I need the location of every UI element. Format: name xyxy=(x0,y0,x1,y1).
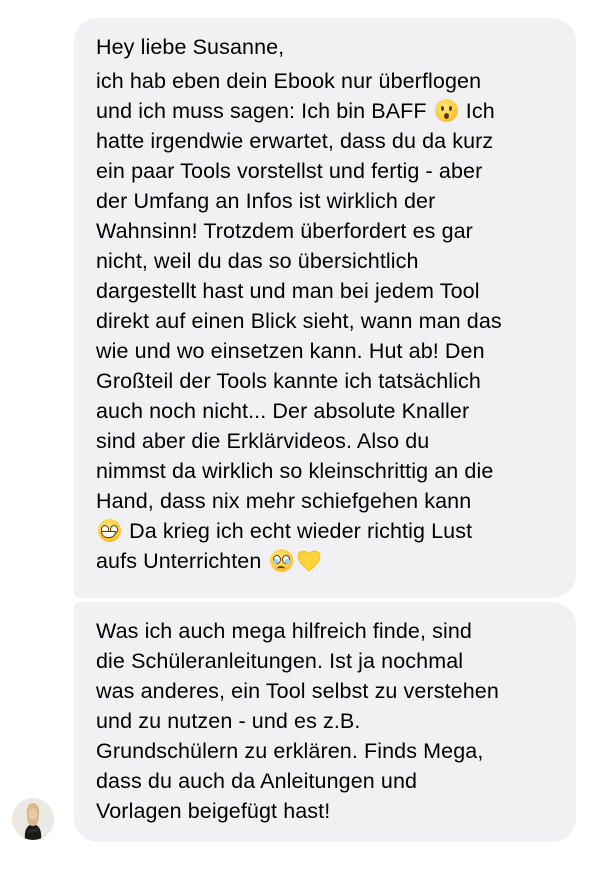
message-bubble-2[interactable]: Was ich auch mega hilfreich finde, sind … xyxy=(74,602,576,842)
message-line: nicht, weil du das so übersichtlich xyxy=(96,249,419,273)
message-text: Da krieg ich echt wieder richtig Lust xyxy=(129,519,473,543)
pleading-face-emoji xyxy=(269,549,293,572)
message-line: dargestellt hast und man bei jedem Tool xyxy=(96,279,480,303)
message-line: und zu nutzen - und es z.B. xyxy=(96,709,361,733)
message-text: und ich muss sagen: Ich bin BAFF xyxy=(96,99,427,123)
message-line: ein paar Tools vorstellst und fertig - a… xyxy=(96,159,483,183)
message-line: auch noch nicht... Der absolute Knaller xyxy=(96,399,470,423)
message-line: Wahnsinn! Trotzdem überfordert es gar xyxy=(96,219,473,243)
hushed-face-emoji xyxy=(434,99,458,122)
message-line: sind aber die Erklärvideos. Also du xyxy=(96,429,430,453)
message-line: direkt auf einen Blick sieht, wann man d… xyxy=(96,309,502,333)
message-line: Vorlagen beigefügt hast! xyxy=(96,799,331,823)
message-line: und ich muss sagen: Ich bin BAFF Ich xyxy=(96,96,554,126)
avatar-photo xyxy=(12,798,54,840)
message-line: nimmst da wirklich so kleinschrittig an … xyxy=(96,459,494,483)
message-line: hatte irgendwie erwartet, dass du da kur… xyxy=(96,129,494,153)
message-line: ich hab eben dein Ebook nur überflogen xyxy=(96,69,482,93)
yellow-heart-emoji xyxy=(297,550,320,572)
message-line: Grundschülern zu erklären. Finds Mega, xyxy=(96,739,484,763)
message-line: was anderes, ein Tool selbst zu verstehe… xyxy=(96,679,499,703)
sender-avatar[interactable] xyxy=(12,798,54,840)
message-line: Hand, dass nix mehr schiefgehen kann xyxy=(96,489,472,513)
message-line: die Schüleranleitungen. Ist ja nochmal xyxy=(96,649,464,673)
message-text: aufs Unterrichten xyxy=(96,549,262,573)
message-line: wie und wo einsetzen kann. Hut ab! Den xyxy=(96,339,485,363)
message-line: der Umfang an Infos ist wirklich der xyxy=(96,189,436,213)
message-line: Da krieg ich echt wieder richtig Lust xyxy=(96,516,554,546)
message-line: aufs Unterrichten xyxy=(96,546,554,576)
message-bubble-1[interactable]: Hey liebe Susanne, ich hab eben dein Ebo… xyxy=(74,18,576,598)
message-line: Was ich auch mega hilfreich finde, sind xyxy=(96,619,472,643)
message-line: Großteil der Tools kannte ich tatsächlic… xyxy=(96,369,481,393)
grinning-face-emoji xyxy=(98,519,121,542)
message-text: Ich xyxy=(465,99,495,123)
message-line: Hey liebe Susanne, xyxy=(96,35,285,59)
message-line: dass du auch da Anleitungen und xyxy=(96,769,418,793)
